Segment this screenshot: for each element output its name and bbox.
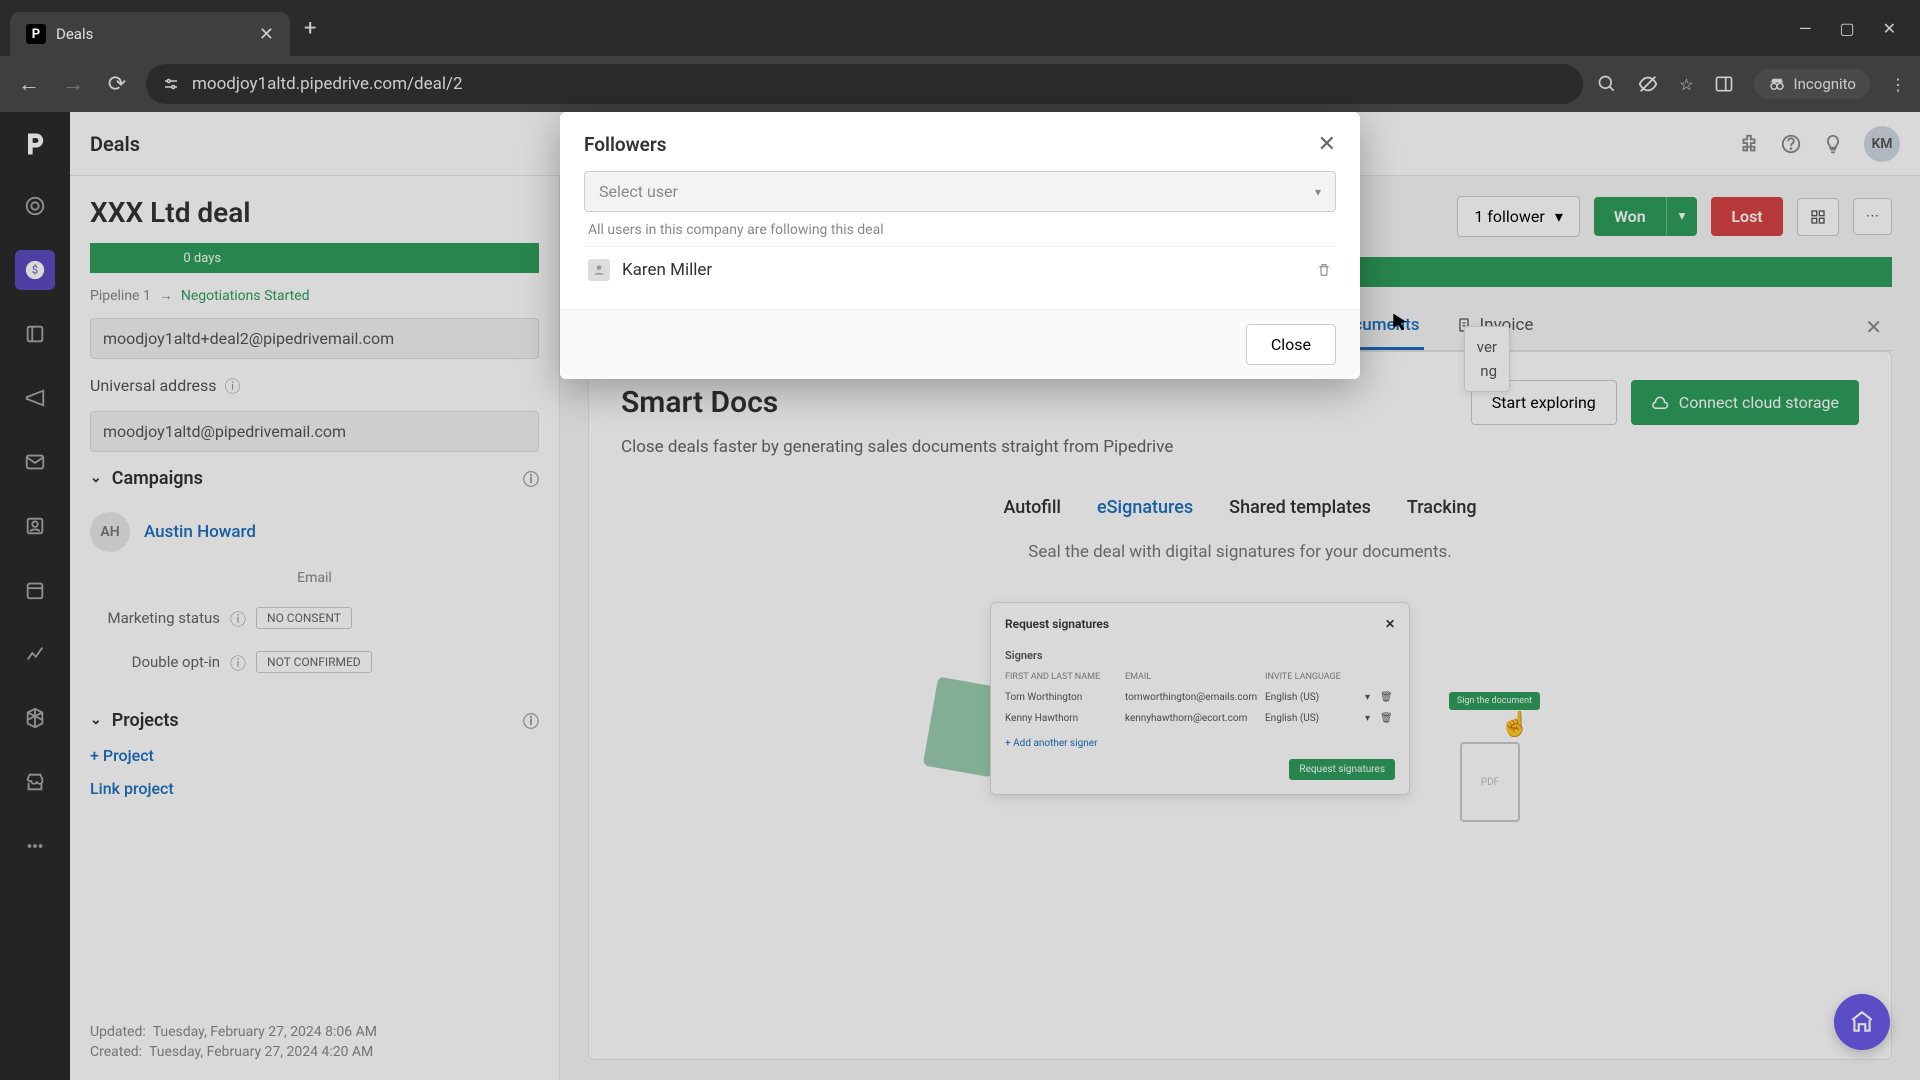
minimize-icon[interactable]: — [1799,19,1812,38]
follower-row: Karen Miller [584,246,1336,293]
site-settings-icon[interactable] [162,75,180,93]
browser-tab[interactable]: P Deals ✕ [10,12,290,56]
select-user-dropdown[interactable]: Select user ▾ [584,171,1336,212]
delete-follower-icon[interactable] [1316,262,1332,278]
modal-hint: All users in this company are following … [588,222,1332,238]
mouse-cursor [1390,312,1410,332]
tab-favicon: P [26,24,46,44]
select-placeholder: Select user [599,182,678,201]
browser-tab-strip: P Deals ✕ + — ▢ ✕ [0,0,1920,56]
side-panel-icon[interactable] [1714,74,1734,94]
incognito-label: Incognito [1794,75,1856,93]
incognito-badge[interactable]: Incognito [1754,69,1870,99]
followers-modal: Followers ✕ Select user ▾ All users in t… [560,112,1360,379]
eye-off-icon[interactable] [1637,73,1659,95]
browser-toolbar: ← → ⟳ moodjoy1altd.pipedrive.com/deal/2 … [0,56,1920,112]
close-window-icon[interactable]: ✕ [1883,19,1896,38]
bookmark-star-icon[interactable]: ☆ [1679,75,1693,94]
follower-name: Karen Miller [622,260,1304,280]
tab-close-icon[interactable]: ✕ [259,24,274,45]
forward-button: → [58,71,88,97]
search-icon[interactable] [1597,74,1617,94]
maximize-icon[interactable]: ▢ [1839,19,1854,38]
back-button[interactable]: ← [14,71,44,97]
app-root: $ Deals KM XXX Ltd deal [0,112,1920,1080]
modal-title: Followers [584,133,667,156]
browser-menu-icon[interactable]: ⋮ [1890,75,1906,94]
url-bar[interactable]: moodjoy1altd.pipedrive.com/deal/2 [146,64,1583,104]
tab-title: Deals [56,25,249,43]
reload-button[interactable]: ⟳ [102,72,132,97]
window-controls: — ▢ ✕ [1799,19,1920,38]
new-tab-button[interactable]: + [304,16,316,41]
person-icon [588,259,610,281]
chevron-down-icon: ▾ [1315,185,1321,199]
close-button[interactable]: Close [1246,324,1336,365]
modal-close-button[interactable]: ✕ [1318,132,1336,157]
url-text: moodjoy1altd.pipedrive.com/deal/2 [192,74,463,94]
